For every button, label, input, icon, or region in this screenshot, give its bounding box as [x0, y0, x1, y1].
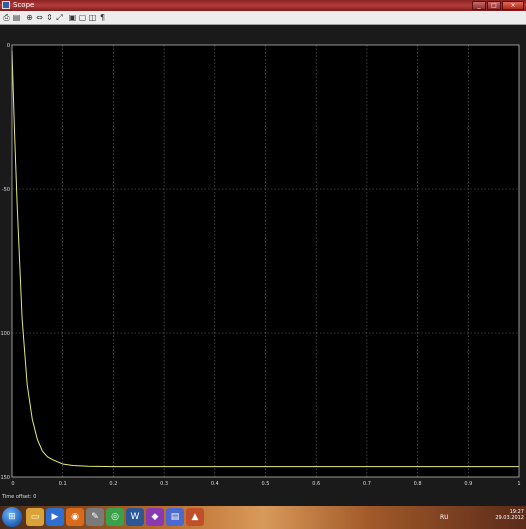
x-tick-label: 0.5	[262, 481, 270, 487]
tray-clock[interactable]: 19:27 29.03.2012	[495, 509, 524, 521]
media-taskbar-icon[interactable]: ▶	[46, 508, 64, 526]
parameters-button[interactable]: ▤	[12, 13, 21, 23]
x-tick-label: 0.4	[211, 481, 219, 487]
minimize-button[interactable]: _	[472, 1, 486, 10]
floating-scope-button[interactable]: ◫	[88, 13, 97, 23]
start-button[interactable]: ⊞	[2, 507, 22, 527]
x-tick-label: 0.3	[160, 481, 168, 487]
time-offset-value: 0	[33, 494, 37, 500]
time-offset: Time offset: 0	[2, 494, 36, 500]
window-title: Scope	[13, 1, 35, 9]
chrome-taskbar-icon[interactable]: ◎	[106, 508, 124, 526]
x-tick-label: 0.2	[109, 481, 117, 487]
print-button[interactable]: ⎙	[2, 13, 11, 23]
y-tick-label: -50	[2, 187, 10, 193]
app-taskbar-icon[interactable]: ◆	[146, 508, 164, 526]
explorer-taskbar-icon[interactable]: ▭	[26, 508, 44, 526]
autoscale-button[interactable]: ⤢	[55, 13, 64, 23]
scope-app-icon	[2, 1, 10, 9]
close-button[interactable]: ×	[502, 1, 524, 10]
taskbar: ⊞ ▭ ▶ ◉ ✎ ◎ W ◆ ▤ ▲ RU 19:27 29.03.2012	[0, 506, 526, 529]
save-axes-button[interactable]: ▣	[68, 13, 77, 23]
time-offset-label: Time offset:	[2, 494, 32, 500]
files-taskbar-icon[interactable]: ▤	[166, 508, 184, 526]
plot-area	[12, 45, 519, 477]
x-tick-label: 1	[517, 481, 520, 487]
y-tick-label: -100	[0, 331, 10, 337]
maximize-button[interactable]: □	[487, 1, 501, 10]
x-tick-label: 0.1	[59, 481, 67, 487]
scope-toolbar: ⎙ ▤ ⊕ ⇔ ⇕ ⤢ ▣ ▢ ◫ ¶	[0, 11, 526, 25]
x-tick-label: 0.7	[363, 481, 371, 487]
x-tick-label: 0.6	[312, 481, 320, 487]
y-tick-label: -150	[0, 475, 10, 481]
x-tick-label: 0.8	[414, 481, 422, 487]
tool-taskbar-icon[interactable]: ✎	[86, 508, 104, 526]
tray-language[interactable]: RU	[440, 514, 449, 521]
x-tick-label: 0.9	[464, 481, 472, 487]
scope-plot[interactable]: 0 0.1 0.2 0.3 0.4 0.5 0.6 0.7 0.8 0.9 1 0 -50 -100 -15…	[0, 25, 526, 506]
signal-selector-button[interactable]: ¶	[98, 13, 107, 23]
firefox-taskbar-icon[interactable]: ◉	[66, 508, 84, 526]
clock-date: 29.03.2012	[495, 515, 524, 521]
title-bar[interactable]: Scope _ □ ×	[0, 0, 526, 11]
y-tick-label: 0	[7, 43, 10, 49]
x-tick-label: 0	[11, 481, 14, 487]
zoom-button[interactable]: ⊕	[25, 13, 34, 23]
matlab-taskbar-icon[interactable]: ▲	[186, 508, 204, 526]
zoom-y-button[interactable]: ⇕	[45, 13, 54, 23]
zoom-x-button[interactable]: ⇔	[35, 13, 44, 23]
restore-axes-button[interactable]: ▢	[78, 13, 87, 23]
scope-plot-panel: 0 0.1 0.2 0.3 0.4 0.5 0.6 0.7 0.8 0.9 1 0 -50 -100 -15…	[0, 25, 526, 506]
word-taskbar-icon[interactable]: W	[126, 508, 144, 526]
